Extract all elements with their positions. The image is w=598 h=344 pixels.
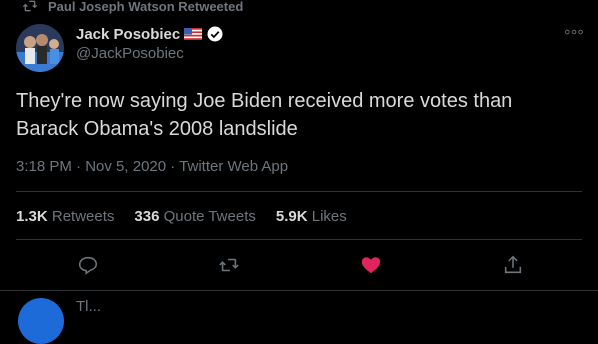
next-tweet-partial: Tl... [76,298,101,315]
next-tweet-avatar[interactable] [18,298,64,344]
divider [0,290,598,291]
author-name[interactable]: Jack Posobiec [76,25,224,43]
retweet-context[interactable]: Paul Joseph Watson Retweeted [22,0,243,16]
likes-count: 5.9K [275,208,308,225]
retweets-stat[interactable]: 1.3K Retweets [16,208,114,225]
tweet-stats: 1.3K Retweets 336 Quote Tweets 5.9K Like… [16,208,367,225]
quotes-stat[interactable]: 336 Quote Tweets [134,208,255,225]
tweet-text: They're now saying Joe Biden received mo… [16,87,586,143]
retweets-label: Retweets [51,208,115,225]
likes-stat[interactable]: 5.9K Likes [276,208,347,225]
meta-separator: · [166,158,180,175]
tweet-date[interactable]: Nov 5, 2020 [85,158,166,175]
retweet-icon[interactable] [218,254,240,276]
quotes-count: 336 [134,208,160,225]
tweet-source[interactable]: Twitter Web App [179,158,288,175]
author-handle[interactable]: @JackPosobiec [76,45,184,62]
meta-separator: · [71,158,86,175]
likes-label: Likes [311,208,347,225]
retweet-label: Paul Joseph Watson Retweeted [48,0,244,14]
avatar[interactable] [16,24,64,72]
tweet-text-line: Barack Obama's 2008 landslide [16,118,298,140]
share-icon[interactable] [502,254,524,276]
verified-badge-icon [207,26,223,42]
retweet-icon [22,0,38,12]
tweet-time[interactable]: 3:18 PM [16,158,72,175]
reply-icon[interactable] [77,254,99,276]
more-options-icon[interactable] [562,26,586,38]
divider [16,239,582,240]
divider [16,191,582,192]
heart-icon[interactable] [360,254,382,276]
tweet-text-line: They're now saying Joe Biden received mo… [16,90,513,112]
quotes-label: Quote Tweets [163,208,256,225]
author-name-text: Jack Posobiec [76,25,181,43]
avatar-photo [16,24,64,72]
retweets-count: 1.3K [16,208,48,225]
action-bar [0,254,598,280]
tweet-meta: 3:18 PM · Nov 5, 2020 · Twitter Web App [16,158,288,175]
us-flag-icon [184,28,203,40]
